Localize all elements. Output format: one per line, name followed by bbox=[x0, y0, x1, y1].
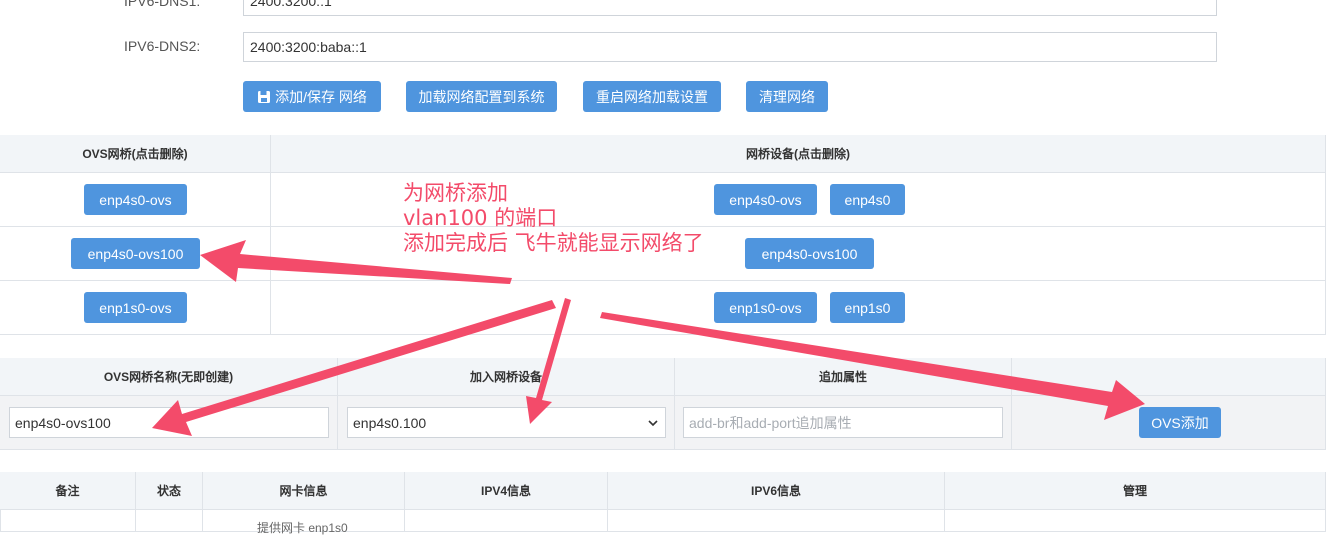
restart-network-button[interactable]: 重启网络加载设置 bbox=[583, 81, 721, 112]
bridge-button-enp4s0-ovs[interactable]: enp4s0-ovs bbox=[84, 184, 187, 215]
save-network-button[interactable]: 添加/保存 网络 bbox=[243, 81, 381, 112]
dns1-field[interactable]: 2400:3200::1 bbox=[243, 0, 1217, 16]
bridge-devices-column-header: 网桥设备(点击删除) bbox=[271, 135, 1326, 173]
ipv6-column-header: IPV6信息 bbox=[608, 472, 945, 510]
remark-column-header: 备注 bbox=[0, 472, 136, 510]
annotation-line-2: vlan100 的端口 bbox=[403, 206, 558, 230]
status-column-header: 状态 bbox=[136, 472, 203, 510]
empty-column-header bbox=[1012, 358, 1326, 396]
device-button-enp4s0-ovs100[interactable]: enp4s0-ovs100 bbox=[745, 238, 874, 269]
device-button-enp1s0[interactable]: enp1s0 bbox=[830, 292, 905, 323]
device-button-enp1s0-ovs[interactable]: enp1s0-ovs bbox=[714, 292, 817, 323]
table-row bbox=[608, 510, 945, 532]
join-device-column-header: 加入网桥设备 bbox=[338, 358, 675, 396]
dns2-label: IPV6-DNS2: bbox=[124, 38, 201, 54]
annotation-text: 为网桥添加 vlan100 的端口 添加完成后 飞牛就能显示网络了 bbox=[403, 181, 763, 256]
dns1-label: IPV6-DNS1: bbox=[124, 0, 201, 9]
save-network-label: 添加/保存 网络 bbox=[275, 88, 367, 105]
save-icon bbox=[258, 90, 271, 103]
device-button-enp4s0[interactable]: enp4s0 bbox=[830, 184, 905, 215]
bridge-name-input[interactable]: enp4s0-ovs100 bbox=[9, 407, 329, 438]
extra-attr-input[interactable]: add-br和add-port追加属性 bbox=[683, 407, 1003, 438]
bridge-button-enp4s0-ovs100[interactable]: enp4s0-ovs100 bbox=[71, 238, 200, 269]
bridge-button-enp1s0-ovs[interactable]: enp1s0-ovs bbox=[84, 292, 187, 323]
extra-attr-column-header: 追加属性 bbox=[675, 358, 1012, 396]
bridge-name-column-header: OVS网桥名称(无即创建) bbox=[0, 358, 338, 396]
nic-info-column-header: 网卡信息 bbox=[203, 472, 405, 510]
annotation-line-3: 添加完成后 飞牛就能显示网络了 bbox=[403, 231, 704, 255]
table-row bbox=[945, 510, 1326, 532]
join-device-selected: enp4s0.100 bbox=[353, 414, 427, 431]
table-row bbox=[405, 510, 608, 532]
load-config-button[interactable]: 加载网络配置到系统 bbox=[406, 81, 557, 112]
table-row bbox=[0, 510, 136, 532]
chevron-down-icon bbox=[648, 420, 658, 427]
manage-column-header: 管理 bbox=[945, 472, 1326, 510]
ovs-add-button[interactable]: OVS添加 bbox=[1139, 407, 1221, 438]
ipv4-column-header: IPV4信息 bbox=[405, 472, 608, 510]
clean-network-button[interactable]: 清理网络 bbox=[746, 81, 828, 112]
nic-info-cell-text: 提供网卡 enp1s0 bbox=[257, 521, 348, 535]
annotation-line-1: 为网桥添加 bbox=[403, 181, 508, 205]
join-device-select[interactable]: enp4s0.100 bbox=[347, 407, 666, 438]
table-row bbox=[136, 510, 203, 532]
dns2-field[interactable]: 2400:3200:baba::1 bbox=[243, 32, 1217, 62]
ovs-bridge-column-header: OVS网桥(点击删除) bbox=[0, 135, 271, 173]
